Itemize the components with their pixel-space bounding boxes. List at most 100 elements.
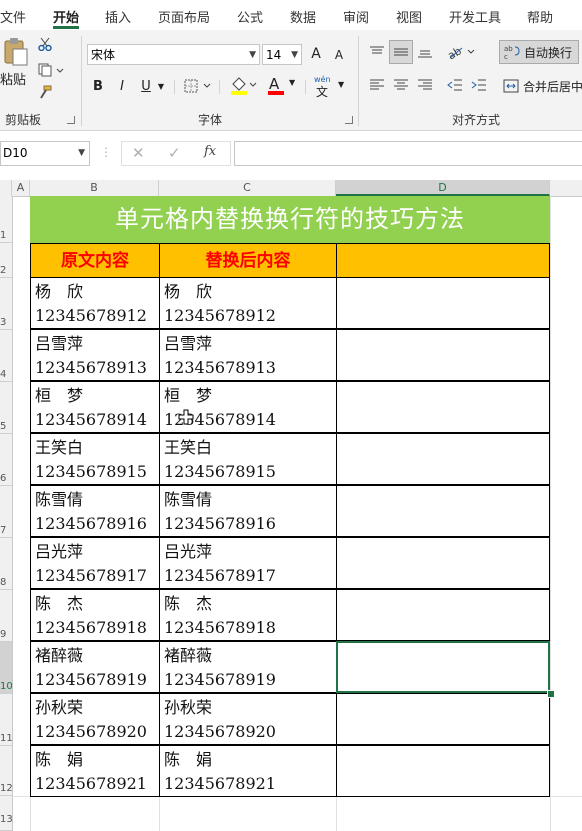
replaced-cell[interactable]: 孙秋荣 12345678920 xyxy=(159,693,337,745)
row-header-6[interactable]: 6 xyxy=(0,434,12,486)
replaced-cell[interactable]: 陈雪倩 12345678916 xyxy=(159,485,337,537)
italic-button[interactable]: I xyxy=(113,76,131,96)
empty-cell[interactable] xyxy=(336,485,550,537)
empty-cell[interactable] xyxy=(336,537,550,589)
chevron-down-icon[interactable]: ▼ xyxy=(156,78,166,94)
font-color-icon[interactable]: A ▼ xyxy=(267,75,301,95)
fill-color-icon[interactable] xyxy=(228,75,260,95)
original-cell[interactable]: 孙秋荣 12345678920 xyxy=(30,693,160,745)
tab-view[interactable]: 视图 xyxy=(396,7,422,26)
header-original[interactable]: 原文内容 xyxy=(30,243,160,278)
decrease-indent-icon[interactable] xyxy=(445,75,465,95)
row-header-11[interactable]: 11 xyxy=(0,694,12,746)
row-header-4[interactable]: 4 xyxy=(0,330,12,382)
align-left-icon[interactable] xyxy=(367,75,387,95)
clipboard-launcher-icon[interactable] xyxy=(67,116,75,124)
row-header-10[interactable]: 10 xyxy=(0,642,12,694)
align-center-icon[interactable] xyxy=(391,75,411,95)
select-all-corner[interactable] xyxy=(0,180,12,196)
row-header-7[interactable]: 7 xyxy=(0,486,12,538)
grow-font-button[interactable]: A xyxy=(307,44,325,64)
empty-cell[interactable] xyxy=(336,433,550,485)
fill-handle[interactable] xyxy=(547,690,555,698)
selected-cell-outline[interactable] xyxy=(336,641,550,693)
row-header-2[interactable]: 2 xyxy=(0,243,12,278)
align-right-icon[interactable] xyxy=(415,75,435,95)
original-cell[interactable]: 杨 欣 12345678912 xyxy=(30,277,160,329)
tab-page-layout[interactable]: 页面布局 xyxy=(158,7,210,26)
empty-cell[interactable] xyxy=(336,277,550,329)
column-header-b[interactable]: B xyxy=(30,180,159,196)
underline-button[interactable]: U xyxy=(137,76,155,96)
replaced-cell[interactable]: 杨 欣 12345678912 xyxy=(159,277,337,329)
font-size-dropdown[interactable]: 14 ▼ xyxy=(262,44,302,65)
replaced-cell[interactable]: 褚醉薇 12345678919 xyxy=(159,641,337,693)
insert-function-icon[interactable]: fx xyxy=(204,144,216,159)
header-empty[interactable] xyxy=(336,243,550,278)
chevron-down-icon[interactable]: ▼ xyxy=(78,142,85,165)
row-header-13[interactable]: 13 xyxy=(0,796,12,831)
font-launcher-icon[interactable] xyxy=(345,116,353,124)
empty-cell[interactable] xyxy=(336,589,550,641)
row-header-9[interactable]: 9 xyxy=(0,590,12,642)
phonetic-guide-icon[interactable]: wén 文 ▼ xyxy=(312,74,350,99)
shrink-font-button[interactable]: A xyxy=(331,46,347,64)
replaced-cell[interactable]: 陈 娟 12345678921 xyxy=(159,745,337,797)
merge-center-button[interactable]: 合并后居中 xyxy=(499,75,582,97)
increase-indent-icon[interactable] xyxy=(469,75,489,95)
header-replaced[interactable]: 替换后内容 xyxy=(159,243,337,278)
font-name-dropdown[interactable]: 宋体 ▼ xyxy=(87,44,260,65)
format-painter-icon[interactable] xyxy=(37,84,53,100)
replaced-cell[interactable]: 王笑白 12345678915 xyxy=(159,433,337,485)
original-cell[interactable]: 陈雪倩 12345678916 xyxy=(30,485,160,537)
enter-icon[interactable]: ✓ xyxy=(168,144,181,162)
align-middle-icon[interactable] xyxy=(389,40,413,64)
bold-button[interactable]: B xyxy=(89,76,107,96)
row-header-12[interactable]: 12 xyxy=(0,746,12,796)
sheet-title-cell[interactable]: 单元格内替换换行符的技巧方法 xyxy=(30,196,550,243)
original-cell[interactable]: 吕雪萍 12345678913 xyxy=(30,329,160,381)
row-header-1[interactable]: 1 xyxy=(0,196,12,243)
row-header-8[interactable]: 8 xyxy=(0,538,12,590)
wrap-text-button[interactable]: ab c 自动换行 xyxy=(499,40,579,64)
cell-name-line: 陈雪倩 xyxy=(164,490,213,509)
original-cell[interactable]: 吕光萍 12345678917 xyxy=(30,537,160,589)
column-header-c[interactable]: C xyxy=(159,180,336,196)
original-cell[interactable]: 王笑白 12345678915 xyxy=(30,433,160,485)
formula-input[interactable] xyxy=(234,141,582,166)
empty-cell[interactable] xyxy=(336,329,550,381)
empty-cell[interactable] xyxy=(336,693,550,745)
tab-file[interactable]: 文件 xyxy=(0,7,26,26)
align-top-icon[interactable] xyxy=(367,42,387,62)
column-header-d[interactable]: D xyxy=(336,180,550,196)
tab-formulas[interactable]: 公式 xyxy=(237,7,263,26)
replaced-cell[interactable]: 陈 杰 12345678918 xyxy=(159,589,337,641)
tab-review[interactable]: 审阅 xyxy=(343,7,369,26)
tab-insert[interactable]: 插入 xyxy=(105,7,131,26)
border-icon[interactable] xyxy=(183,77,215,95)
drag-handle-icon[interactable]: ⋮ xyxy=(100,145,112,159)
row-header-5[interactable]: 5 xyxy=(0,382,12,434)
paste-button-label[interactable]: 粘贴 xyxy=(0,70,26,88)
column-header-a[interactable]: A xyxy=(12,180,30,196)
empty-cell[interactable] xyxy=(336,745,550,797)
name-box[interactable]: D10 ▼ xyxy=(0,141,90,166)
cut-icon[interactable] xyxy=(37,36,53,52)
tab-data[interactable]: 数据 xyxy=(290,7,316,26)
original-cell[interactable]: 陈 杰 12345678918 xyxy=(30,589,160,641)
empty-cell[interactable] xyxy=(336,381,550,433)
copy-icon[interactable] xyxy=(37,62,65,78)
align-bottom-icon[interactable] xyxy=(415,42,435,62)
original-cell[interactable]: 褚醉薇 12345678919 xyxy=(30,641,160,693)
row-header-3[interactable]: 3 xyxy=(0,278,12,330)
replaced-cell[interactable]: 吕雪萍 12345678913 xyxy=(159,329,337,381)
tab-developer[interactable]: 开发工具 xyxy=(449,7,501,26)
paste-icon[interactable] xyxy=(0,36,32,68)
replaced-cell[interactable]: 吕光萍 12345678917 xyxy=(159,537,337,589)
tab-home[interactable]: 开始 xyxy=(53,7,79,26)
original-cell[interactable]: 陈 娟 12345678921 xyxy=(30,745,160,797)
orientation-icon[interactable]: ab xyxy=(445,42,479,62)
tab-help[interactable]: 帮助 xyxy=(527,7,553,26)
cancel-icon[interactable]: ✕ xyxy=(132,144,145,162)
original-cell[interactable]: 桓 梦 12345678914 xyxy=(30,381,160,433)
